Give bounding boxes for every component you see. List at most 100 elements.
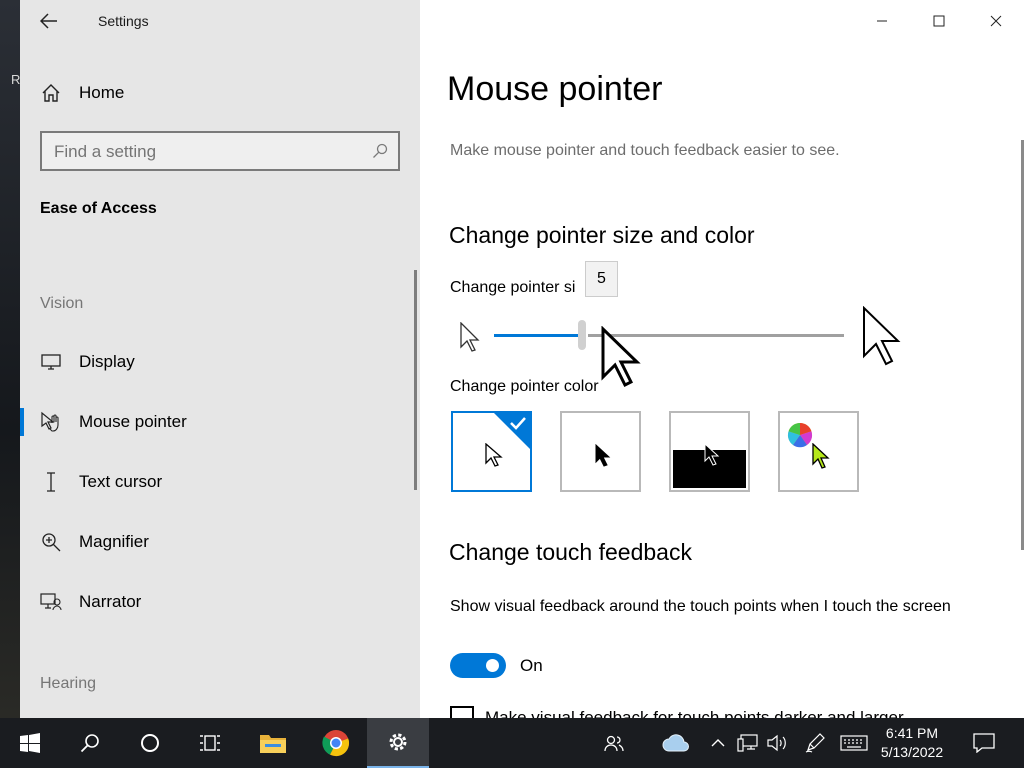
- windows-logo-icon: [20, 733, 40, 753]
- sidebar-item-label: Narrator: [79, 592, 142, 611]
- section-title: Ease of Access: [40, 200, 157, 217]
- sidebar-item-magnifier[interactable]: Magnifier: [20, 518, 420, 566]
- close-button[interactable]: [967, 0, 1024, 42]
- touch-feedback-heading: Change touch feedback: [449, 539, 692, 565]
- main-content: Mouse pointer Make mouse pointer and tou…: [420, 0, 1024, 718]
- touch-feedback-toggle[interactable]: [450, 653, 506, 678]
- show-hidden-icons-button[interactable]: [706, 718, 730, 768]
- magnifier-icon: [40, 531, 62, 553]
- pointer-color-label: Change pointer color: [450, 378, 599, 395]
- back-arrow-icon: [40, 13, 57, 29]
- sidebar-item-home[interactable]: Home: [20, 72, 420, 114]
- sidebar-item-label: Home: [79, 83, 125, 102]
- task-view-button[interactable]: [180, 718, 240, 768]
- toggle-knob: [486, 659, 499, 672]
- cortana-button[interactable]: [120, 718, 180, 768]
- clock-time: 6:41 PM: [885, 725, 939, 741]
- selection-indicator: [20, 408, 24, 436]
- group-label-vision: Vision: [40, 295, 84, 312]
- home-icon: [40, 82, 62, 104]
- sidebar-item-text-cursor[interactable]: Text cursor: [20, 458, 420, 506]
- task-view-icon: [200, 735, 220, 751]
- touch-feedback-label: Show visual feedback around the touch po…: [450, 598, 951, 615]
- page-title: Mouse pointer: [447, 70, 663, 108]
- slider-thumb[interactable]: [578, 320, 586, 350]
- desktop-edge: R: [0, 0, 20, 718]
- color-option-white[interactable]: [451, 411, 532, 492]
- back-button[interactable]: [34, 8, 64, 34]
- maximize-icon: [933, 15, 944, 27]
- color-option-inverted[interactable]: [669, 411, 750, 492]
- slider-track-filled: [494, 334, 582, 337]
- color-option-black[interactable]: [560, 411, 641, 492]
- volume-icon: [767, 734, 786, 752]
- file-explorer-button[interactable]: [243, 718, 303, 768]
- folder-icon: [260, 735, 286, 753]
- narrator-icon: [40, 591, 62, 613]
- search-input[interactable]: [54, 142, 354, 162]
- pen-icon: [805, 733, 825, 753]
- taskbar: 6:41 PM 5/13/2022: [0, 718, 1024, 768]
- search-icon[interactable]: [372, 143, 388, 164]
- touch-keyboard-button[interactable]: [836, 718, 872, 768]
- page-description: Make mouse pointer and touch feedback ea…: [450, 142, 840, 159]
- title-bar: Settings: [20, 0, 420, 42]
- sidebar-item-narrator[interactable]: Narrator: [20, 578, 420, 626]
- people-button[interactable]: [596, 718, 632, 768]
- volume-button[interactable]: [764, 718, 792, 768]
- app-title: Settings: [98, 13, 149, 29]
- group-label-hearing: Hearing: [40, 675, 97, 692]
- checkmark-icon: [510, 417, 526, 430]
- start-button[interactable]: [0, 718, 60, 768]
- slider-value-tooltip: 5: [585, 261, 618, 297]
- mouse-pointer-icon: [40, 411, 62, 433]
- toggle-state-label: On: [520, 656, 543, 675]
- action-center-button[interactable]: [962, 718, 1006, 768]
- large-pointer-icon: [862, 305, 904, 375]
- sidebar-item-label: Text cursor: [79, 472, 163, 491]
- size-color-heading: Change pointer size and color: [449, 222, 755, 248]
- sidebar-scrollbar[interactable]: [414, 270, 417, 490]
- pointer-size-slider[interactable]: [460, 318, 920, 358]
- color-option-custom[interactable]: [778, 411, 859, 492]
- network-button[interactable]: [734, 718, 762, 768]
- display-icon: [40, 351, 62, 373]
- chevron-up-icon: [711, 739, 725, 747]
- search-icon: [80, 734, 99, 753]
- close-icon: [990, 15, 1001, 27]
- desktop-edge-text: R: [11, 72, 21, 87]
- white-pointer-icon: [485, 443, 503, 467]
- gear-icon: [389, 733, 407, 751]
- minimize-button[interactable]: [853, 0, 910, 42]
- sidebar-item-mouse-pointer[interactable]: Mouse pointer: [20, 398, 420, 446]
- maximize-button[interactable]: [910, 0, 967, 42]
- settings-window: Settings Home Ease of Access Vision Disp…: [20, 0, 1024, 718]
- text-cursor-icon: [40, 471, 62, 493]
- sidebar-item-label: Magnifier: [79, 532, 149, 551]
- minimize-icon: [876, 20, 887, 22]
- onedrive-button[interactable]: [656, 718, 696, 768]
- notification-icon: [973, 733, 995, 753]
- chrome-icon: [322, 730, 350, 757]
- sidebar: Settings Home Ease of Access Vision Disp…: [20, 0, 420, 718]
- clock-date: 5/13/2022: [880, 744, 944, 760]
- keyboard-icon: [840, 735, 868, 751]
- clock[interactable]: 6:41 PM 5/13/2022: [872, 724, 952, 762]
- chrome-button[interactable]: [305, 718, 367, 768]
- pointer-size-label: Change pointer si: [450, 279, 576, 296]
- settings-taskbar-button[interactable]: [367, 718, 429, 768]
- search-box[interactable]: [40, 131, 400, 171]
- cloud-icon: [662, 734, 689, 752]
- custom-pointer-icon: [812, 443, 830, 469]
- darker-feedback-label: Make visual feedback for touch points da…: [485, 708, 904, 718]
- window-controls: [853, 0, 1024, 42]
- pen-workspace-button[interactable]: [800, 718, 830, 768]
- sidebar-item-label: Mouse pointer: [79, 412, 187, 431]
- color-wheel-icon: [787, 423, 813, 448]
- network-icon: [737, 734, 758, 752]
- darker-feedback-checkbox[interactable]: [450, 706, 474, 718]
- taskbar-search-button[interactable]: [60, 718, 120, 768]
- cortana-icon: [141, 734, 159, 752]
- sidebar-item-display[interactable]: Display: [20, 338, 420, 386]
- people-icon: [604, 735, 624, 752]
